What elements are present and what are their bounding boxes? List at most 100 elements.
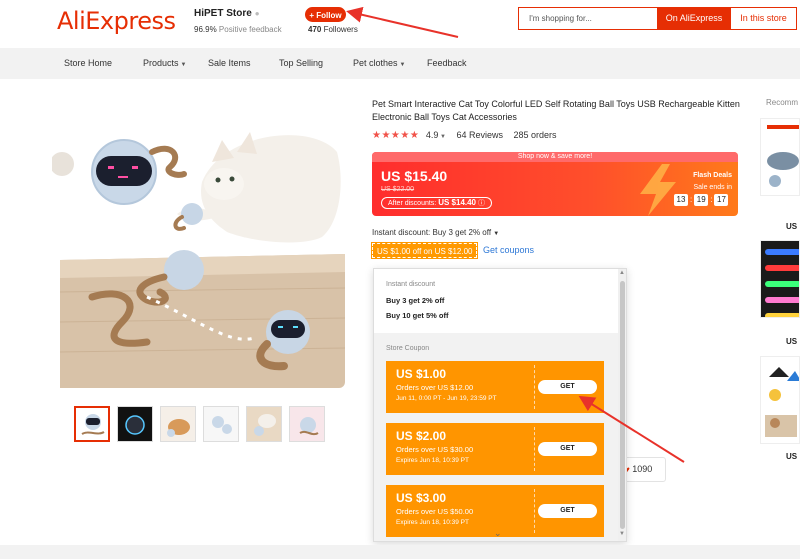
after-discount-price: US $14.40 [438, 198, 477, 207]
get-coupon-button[interactable]: GET [538, 380, 597, 394]
price-banner: Shop now & save more! US $15.40 US $22.0… [372, 152, 738, 216]
wishlist-count: 1090 [632, 464, 653, 474]
chevron-down-icon[interactable]: ⌄ [494, 528, 502, 539]
recommended-price: US [786, 337, 798, 346]
coupon-validity: Expires Jun 18, 10:39 PT [396, 457, 469, 464]
coupon-card: US $1.00 Orders over US $12.00 Jun 11, 0… [386, 358, 604, 416]
search-input[interactable] [519, 8, 656, 29]
thumb-image [161, 407, 195, 441]
dropdown-scrollbar[interactable]: ▲ ▼ [618, 269, 626, 541]
after-discount-label: After discounts: [388, 200, 437, 207]
banner-tagline: Shop now & save more! [372, 152, 738, 162]
scroll-up-icon[interactable]: ▲ [619, 270, 625, 276]
thumb-image [247, 407, 281, 441]
chevron-down-icon: ▼ [180, 62, 187, 68]
recommended-item[interactable] [760, 118, 800, 196]
help-icon: ⓘ [477, 200, 485, 207]
product-main-image[interactable] [52, 122, 345, 388]
coupon-validity: Jun 11, 0:00 PT - Jun 19, 23:59 PT [396, 395, 497, 402]
rating-stars-icon: ★★★★★ [372, 130, 420, 141]
chevron-down-icon: ▼ [399, 62, 406, 68]
rating-score[interactable]: 4.9 [426, 130, 439, 140]
thumb-image [76, 408, 108, 440]
coupon-amount: US $2.00 [396, 429, 447, 443]
thumb-image [118, 407, 152, 441]
instant-rule: Buy 10 get 5% off [386, 311, 449, 320]
review-count[interactable]: 64 Reviews [456, 130, 503, 140]
store-info-icon: ● [254, 9, 260, 18]
coupon-minimum: Orders over US $50.00 [396, 507, 474, 516]
recommended-price: US [786, 222, 798, 231]
coupon-minimum: Orders over US $12.00 [396, 383, 474, 392]
nav-pet-clothes[interactable]: Pet clothes ▼ [353, 58, 405, 68]
recommended-image [761, 357, 799, 443]
coupon-amount: US $3.00 [396, 491, 447, 505]
instant-discount-section: Instant discount Buy 3 get 2% off Buy 10… [374, 269, 618, 331]
sale-ends-label: Sale ends in [693, 184, 732, 191]
aliexpress-logo[interactable]: AliExpress [57, 7, 176, 35]
store-nav: Store Home Products ▼ Sale Items Top Sell… [0, 48, 800, 79]
flash-deals-label: Flash Deals [693, 172, 732, 179]
original-price: US $22.00 [381, 186, 415, 193]
store-feedback: 96.9% Positive feedback [194, 25, 282, 34]
store-coupon-heading: Store Coupon [386, 345, 430, 352]
coupon-amount: US $1.00 [396, 367, 447, 381]
recommended-heading: Recomm [766, 98, 799, 107]
recommended-item[interactable] [760, 240, 800, 318]
recommended-item[interactable] [760, 356, 800, 444]
get-coupons-link[interactable]: Get coupons [483, 245, 534, 255]
feedback-label: Positive feedback [218, 25, 282, 34]
thumbnail-4[interactable] [203, 406, 239, 442]
instant-discount[interactable]: Instant discount: Buy 3 get 2% off ▼ [372, 228, 499, 237]
coupon-divider [534, 427, 535, 471]
recommended-image [761, 241, 799, 317]
countdown-timer: 13:19:17 [674, 194, 729, 206]
search-on-aliexpress-button[interactable]: On AliExpress [657, 8, 731, 29]
coupon-dropdown: Instant discount Buy 3 get 2% off Buy 10… [373, 268, 627, 542]
nav-store-home[interactable]: Store Home [64, 58, 112, 68]
nav-products-label: Products [143, 58, 179, 68]
thumbnail-1[interactable] [74, 406, 110, 442]
nav-sale-items[interactable]: Sale Items [208, 58, 251, 68]
thumbnail-6[interactable] [289, 406, 325, 442]
store-header: AliExpress HiPET Store ● 96.9% Positive f… [0, 0, 800, 48]
get-coupon-button[interactable]: GET [538, 442, 597, 456]
follow-button[interactable]: + Follow [305, 7, 346, 22]
recommended-image [761, 119, 799, 195]
countdown-hours: 13 [674, 194, 688, 206]
coupon-validity: Expires Jun 18, 10:39 PT [396, 519, 469, 526]
scroll-down-icon[interactable]: ▼ [619, 531, 625, 537]
store-name-text[interactable]: HiPET Store [194, 8, 252, 19]
thumb-image [204, 407, 238, 441]
scroll-thumb[interactable] [620, 281, 625, 529]
product-title: Pet Smart Interactive Cat Toy Colorful L… [372, 99, 740, 122]
nav-pet-clothes-label: Pet clothes [353, 58, 398, 68]
cat-toy-photo [52, 122, 345, 388]
nav-top-selling[interactable]: Top Selling [279, 58, 323, 68]
countdown-seconds: 17 [714, 194, 729, 206]
store-coupon-section: Store Coupon US $1.00 Orders over US $12… [374, 333, 618, 541]
feedback-percent: 96.9% [194, 25, 217, 34]
coupon-divider [534, 489, 535, 533]
coupon-card: US $2.00 Orders over US $30.00 Expires J… [386, 420, 604, 478]
current-price: US $15.40 [381, 168, 448, 184]
thumbnail-5[interactable] [246, 406, 282, 442]
page-footer-strip [0, 545, 800, 559]
search-bar: On AliExpress In this store [518, 7, 797, 30]
store-name[interactable]: HiPET Store ● [194, 8, 260, 19]
coupon-minimum: Orders over US $30.00 [396, 445, 474, 454]
after-discount-badge[interactable]: After discounts: US $14.40 ⓘ [381, 197, 492, 209]
search-in-store-button[interactable]: In this store [731, 8, 796, 29]
followers-count: 470 Followers [308, 25, 358, 34]
thumbnail-2[interactable] [117, 406, 153, 442]
rating-row: ★★★★★ 4.9 ▼ 64 Reviews 285 orders [372, 130, 557, 141]
followers-label: Followers [323, 25, 358, 34]
recommended-price: US [786, 452, 798, 461]
instant-rule: Buy 3 get 2% off [386, 296, 445, 305]
coupon-chip[interactable]: US $1.00 off on US $12.00 [370, 242, 479, 259]
get-coupon-button[interactable]: GET [538, 504, 597, 518]
nav-products[interactable]: Products ▼ [143, 58, 186, 68]
nav-feedback[interactable]: Feedback [427, 58, 467, 68]
thumbnail-3[interactable] [160, 406, 196, 442]
coupon-divider [534, 365, 535, 409]
